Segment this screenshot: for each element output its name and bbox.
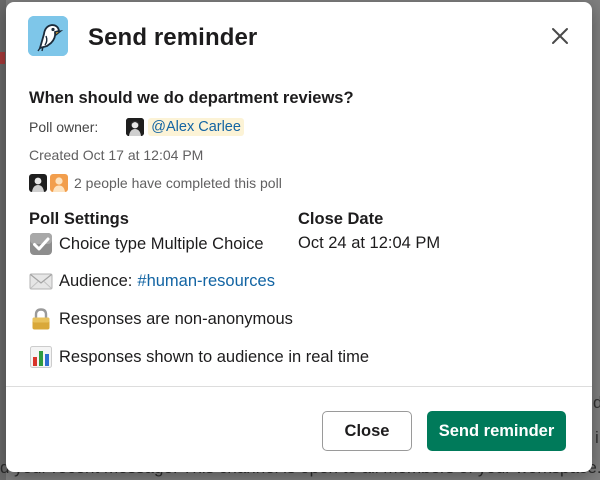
anonymity-text: Responses are non-anonymous xyxy=(59,309,293,328)
anonymity-row: Responses are non-anonymous xyxy=(29,306,293,332)
poll-settings-heading: Poll Settings xyxy=(29,210,129,228)
avatar xyxy=(50,174,68,192)
completed-row: 2 people have completed this poll xyxy=(29,172,282,194)
audience-label: Audience: xyxy=(59,271,133,290)
close-date-heading: Close Date xyxy=(298,210,384,228)
footer-divider xyxy=(6,386,592,387)
send-reminder-button[interactable]: Send reminder xyxy=(427,411,566,451)
visibility-row: Responses shown to audience in real time xyxy=(29,344,369,370)
close-date-value: Oct 24 at 12:04 PM xyxy=(298,234,441,252)
visibility-text: Responses shown to audience in real time xyxy=(59,347,370,366)
choice-type-text: Choice type Multiple Choice xyxy=(59,234,264,253)
owner-mention-link[interactable]: @Alex Carlee xyxy=(148,118,244,136)
completed-count-text: 2 people have completed this poll xyxy=(74,175,282,191)
send-reminder-modal: Send reminder When should we do departme… xyxy=(6,2,592,472)
close-icon[interactable] xyxy=(548,24,572,48)
bar-chart-icon xyxy=(29,345,53,369)
audience-channel-link[interactable]: #human-resources xyxy=(137,272,275,291)
poll-owner-row: Poll owner: @Alex Carlee xyxy=(29,115,244,139)
background-text-fragment: d xyxy=(593,393,600,412)
modal-title: Send reminder xyxy=(88,24,258,51)
poll-question: When should we do department reviews? xyxy=(29,89,354,107)
padlock-icon xyxy=(29,307,53,331)
bird-logo-icon xyxy=(28,16,68,56)
close-button[interactable]: Close xyxy=(322,411,412,451)
background-unread-marker xyxy=(0,52,5,64)
avatar xyxy=(29,174,47,192)
created-timestamp: Created Oct 17 at 12:04 PM xyxy=(29,147,204,163)
modal-header: Send reminder xyxy=(6,2,592,74)
checkbox-check-icon xyxy=(29,232,53,256)
envelope-icon xyxy=(29,269,53,293)
poll-owner-label: Poll owner: xyxy=(29,119,99,135)
audience-row: Audience: #human-resources xyxy=(29,268,275,294)
choice-type-row: Choice type Multiple Choice xyxy=(29,231,264,257)
avatar xyxy=(126,118,145,136)
background-text-fragment: i xyxy=(595,428,599,447)
